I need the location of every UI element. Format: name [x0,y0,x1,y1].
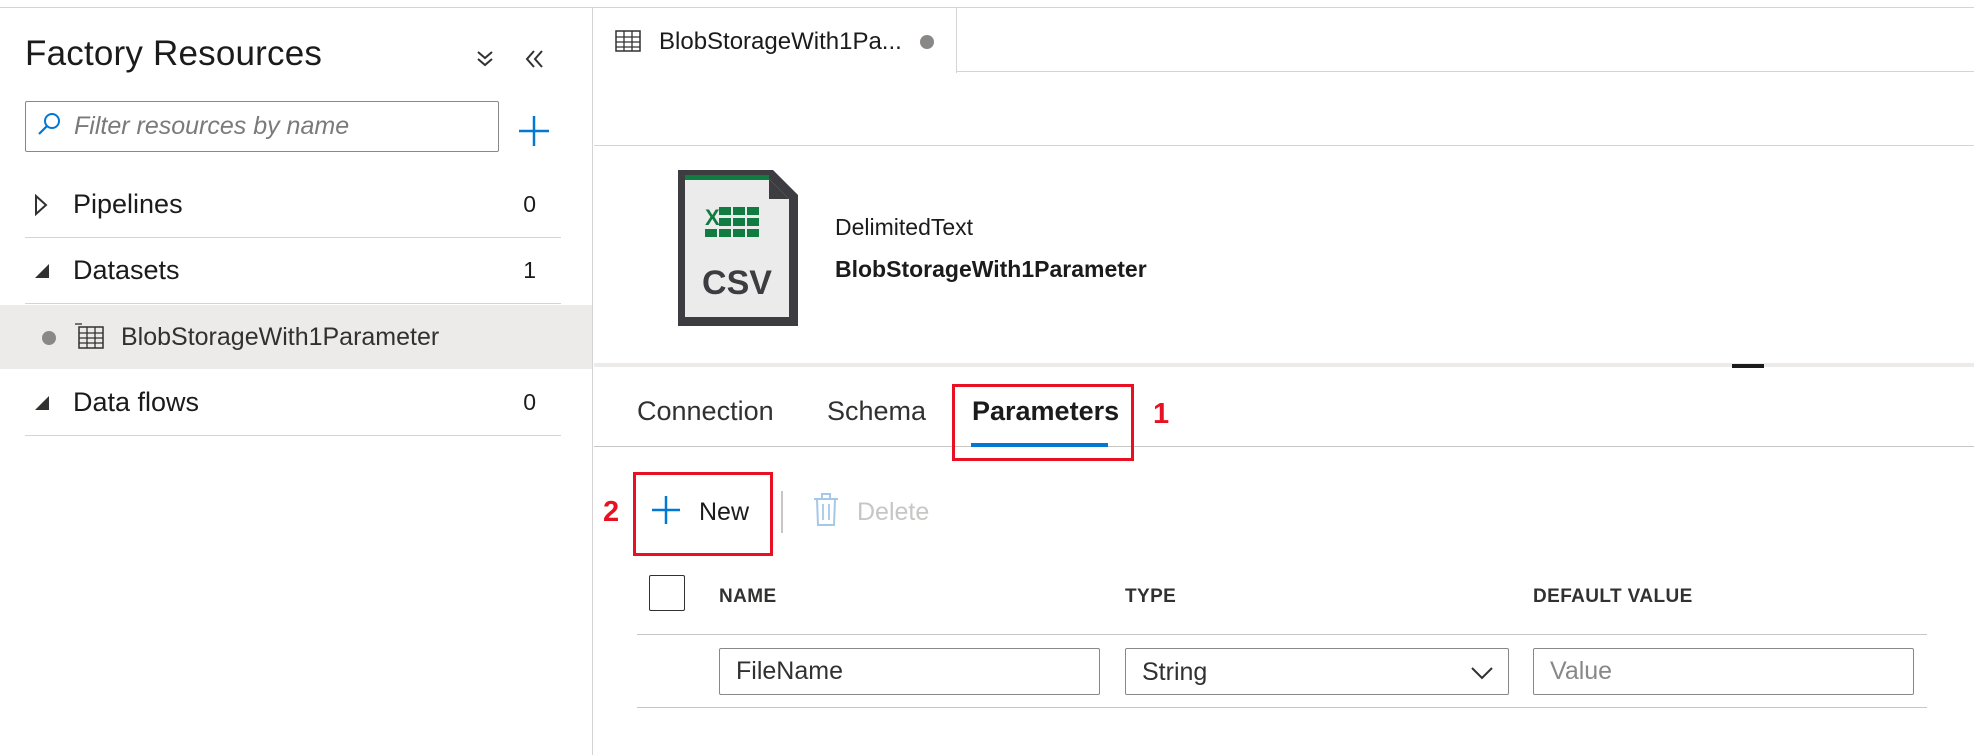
editor-tab-bar: BlobStorageWith1Pa... [594,8,1974,73]
column-header-default-value: DEFAULT VALUE [1533,586,1693,607]
csv-icon-text: CSV [702,264,772,302]
panel-resize-handle[interactable] [1732,364,1764,368]
parameter-default-value-input[interactable] [1533,648,1914,695]
panel-title: Factory Resources [25,34,323,73]
tree-section-pipelines[interactable]: Pipelines 0 [25,172,561,238]
tab-label: BlobStorageWith1Pa... [659,28,902,55]
add-resource-icon[interactable] [514,111,554,151]
parameter-type-value: String [1142,658,1208,686]
expand-caret-icon [33,193,49,221]
delete-button-label: Delete [857,497,930,526]
dataset-table-icon [75,323,105,356]
annotation-step-number: 2 [603,496,620,528]
tree-section-label: Pipelines [73,189,183,219]
dataset-item-label: BlobStorageWith1Parameter [121,323,440,351]
tab-connection[interactable]: Connection [637,396,774,427]
collapse-all-icon[interactable] [468,42,502,76]
tree-section-datasets[interactable]: Datasets 1 [25,238,561,304]
trash-icon [812,492,840,532]
plus-icon [650,494,682,531]
select-all-checkbox[interactable] [649,575,685,611]
unsaved-changes-dot [920,35,934,49]
parameters-grid-header: NAME TYPE DEFAULT VALUE [637,575,1927,635]
dataset-name: BlobStorageWith1Parameter [835,256,1147,282]
dataset-item-blobstoragewith1parameter[interactable]: BlobStorageWith1Parameter [0,305,592,369]
dataset-type: DelimitedText [835,214,974,240]
unsaved-changes-dot [42,331,56,345]
tab-schema[interactable]: Schema [827,396,926,427]
filter-resources-input[interactable] [72,111,472,142]
annotation-highlight-parameters [952,384,1134,461]
dataset-table-icon [614,29,642,58]
tree-section-count: 1 [523,257,536,283]
tab-blobstoragewith1parameter[interactable]: BlobStorageWith1Pa... [594,8,957,73]
csv-file-icon: X CSV [675,167,801,334]
tree-section-dataflows[interactable]: Data flows 0 [25,370,561,436]
parameter-type-dropdown[interactable]: String [1125,648,1509,695]
column-header-type: TYPE [1125,586,1177,607]
dataset-header: X CSV DelimitedText BlobStorageWith1Para… [594,145,1974,367]
tree-section-count: 0 [523,389,536,415]
search-icon [36,111,62,142]
tree-section-label: Datasets [73,255,180,285]
new-parameter-button[interactable]: New [650,490,749,534]
column-header-name: NAME [719,586,777,607]
new-button-label: New [699,497,750,526]
collapse-caret-icon [33,392,51,419]
factory-resources-panel: Factory Resources Pipelines [0,8,593,755]
annotation-step-number: 1 [1153,398,1170,430]
toolbar-divider [781,491,783,533]
collapse-panel-icon[interactable] [518,42,552,76]
svg-text:X: X [705,205,720,230]
chevron-down-icon [1470,661,1494,688]
tree-section-count: 0 [523,191,536,217]
dataset-subtabs: Connection Schema Parameters [594,385,1974,447]
parameter-name-input[interactable] [719,648,1100,695]
collapse-caret-icon [33,260,51,287]
filter-resources-field[interactable] [25,101,499,152]
table-row: String [637,636,1927,708]
tree-section-label: Data flows [73,387,200,417]
delete-parameter-button[interactable]: Delete [812,490,929,534]
